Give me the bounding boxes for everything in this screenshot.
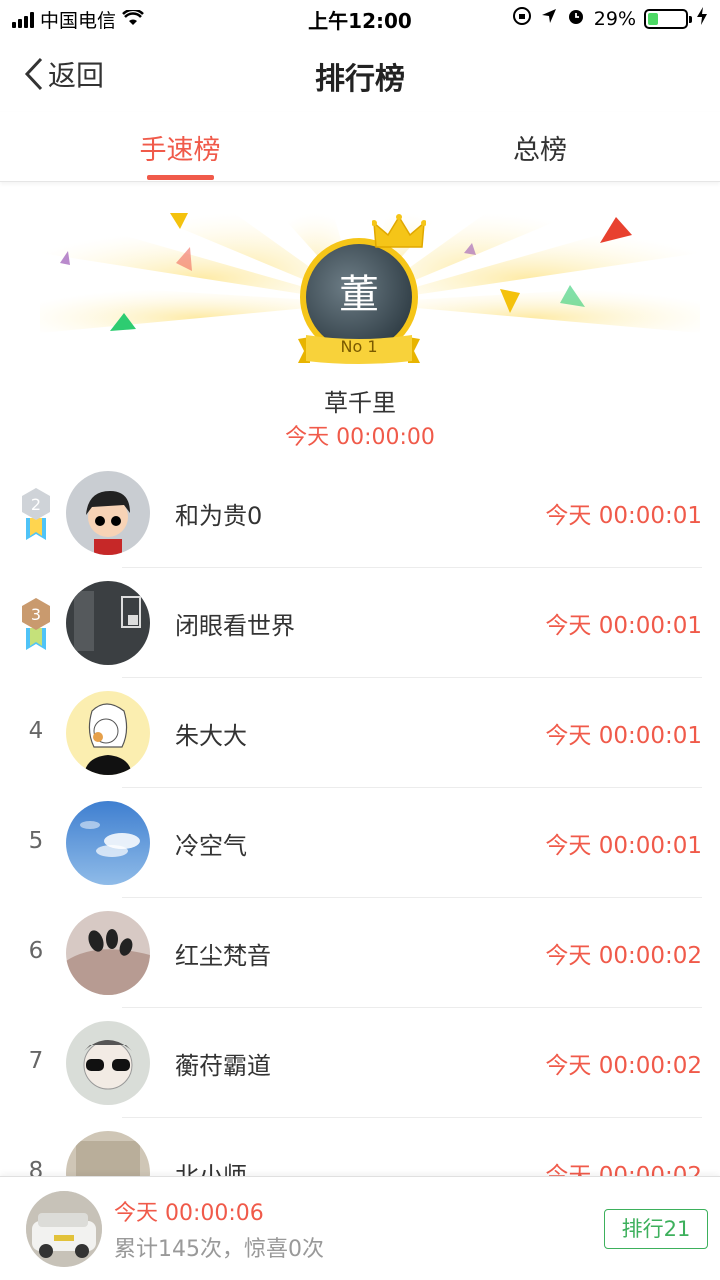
avatar[interactable] [66,471,150,555]
list-item[interactable]: 8 北小师 今天 00:00:02 [0,1118,720,1176]
rank-badge-text: No 1 [340,337,378,356]
list-item[interactable]: 3 闭眼看世界 今天 00:00:01 [0,568,720,678]
crown-icon [372,214,426,248]
user-time: 今天 00:00:01 [545,613,702,639]
tab-indicator [147,175,214,180]
user-name: 蘅苻霸道 [175,1052,271,1080]
rank-number: 5 [28,828,44,854]
avatar[interactable] [66,1131,150,1176]
status-bar: 中国电信 上午12:00 29% [0,0,720,36]
list-item[interactable]: 6 红尘梵音 今天 00:00:02 [0,898,720,1008]
user-name: 北小师 [175,1162,247,1176]
rank-number: 7 [28,1048,44,1074]
champion-section: 董 No 1 草千里 今天 00:00:00 [0,183,720,458]
rank-number: 8 [28,1158,44,1176]
bronze-medal-icon: 3 [22,598,50,650]
ranking-list[interactable]: 2 和为贵0 今天 00:00:01 3 闭眼看世界 今天 00:00:01 4… [0,458,720,1176]
location-icon [540,7,558,30]
my-rank-bar: 今天 00:00:06 累计145次，惊喜0次 排行21 [0,1176,720,1280]
my-rank-button[interactable]: 排行21 [604,1209,708,1249]
svg-text:2: 2 [31,495,41,514]
tab-speed[interactable]: 手速榜 [80,128,280,167]
avatar[interactable] [66,801,150,885]
rank-number: 4 [28,718,44,744]
status-right: 29% [512,6,708,31]
user-time: 今天 00:00:01 [545,833,702,859]
list-item[interactable]: 4 朱大大 今天 00:00:01 [0,678,720,788]
rotation-lock-icon [512,6,532,31]
avatar[interactable] [66,581,150,665]
user-time: 今天 00:00:01 [545,723,702,749]
list-item[interactable]: 2 和为贵0 今天 00:00:01 [0,458,720,568]
user-time: 今天 00:00:01 [545,503,702,529]
svg-text:3: 3 [31,605,41,624]
champion-avatar-char: 董 [339,272,379,318]
user-time: 今天 00:00:02 [545,943,702,969]
my-stats: 累计145次，惊喜0次 [114,1237,324,1262]
page-title: 排行榜 [315,62,405,97]
nav-bar: 返回 排行榜 [0,36,720,112]
champion-time: 今天 00:00:00 [285,425,435,450]
champion-name: 草千里 [324,389,396,417]
user-name: 冷空气 [175,832,247,860]
charging-icon [696,6,708,31]
avatar[interactable] [66,1021,150,1105]
my-time: 今天 00:00:06 [114,1201,264,1226]
list-item[interactable]: 5 冷空气 今天 00:00:01 [0,788,720,898]
silver-medal-icon: 2 [22,488,50,540]
user-name: 红尘梵音 [175,942,271,970]
user-name: 和为贵0 [175,502,263,530]
tab-total[interactable]: 总榜 [440,128,640,167]
list-item[interactable]: 7 蘅苻霸道 今天 00:00:02 [0,1008,720,1118]
user-name: 闭眼看世界 [175,612,295,640]
avatar[interactable] [66,911,150,995]
avatar[interactable] [66,691,150,775]
rank-number: 6 [28,938,44,964]
alarm-icon [566,6,586,31]
user-time: 今天 00:00:02 [545,1053,702,1079]
battery-percent: 29% [593,7,636,30]
user-name: 朱大大 [175,722,247,750]
my-avatar[interactable] [26,1191,102,1267]
tab-bar: 手速榜 总榜 [0,112,720,182]
battery-icon [644,8,692,29]
user-time: 今天 00:00:02 [545,1163,702,1176]
